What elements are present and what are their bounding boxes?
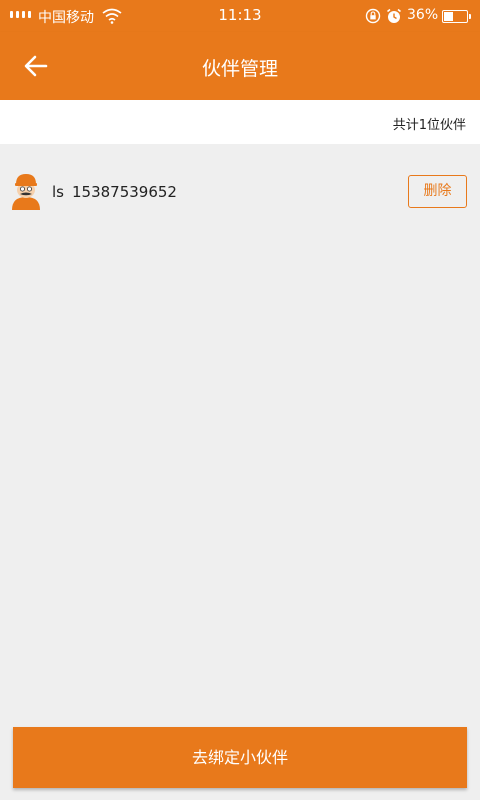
partner-count: 共计1位伙伴 [392, 118, 466, 133]
partner-count-bar: 共计1位伙伴 [0, 100, 480, 144]
bind-partner-button[interactable]: 去绑定小伙伴 [13, 727, 467, 788]
partner-phone: 15387539652 [72, 183, 177, 201]
partner-name: ls [52, 183, 64, 201]
status-bar: 中国移动 11:13 36% [0, 0, 480, 32]
lock-rotation-icon [365, 8, 381, 24]
list-item: ls 15387539652 删除 [0, 144, 480, 240]
app-bar: 伙伴管理 [0, 32, 480, 100]
battery-icon [442, 10, 471, 23]
worker-avatar-icon [12, 174, 40, 210]
alarm-icon [387, 8, 401, 23]
page-title: 伙伴管理 [201, 58, 278, 80]
battery-percentage: 36% [407, 7, 439, 23]
delete-button[interactable]: 删除 [408, 175, 467, 208]
